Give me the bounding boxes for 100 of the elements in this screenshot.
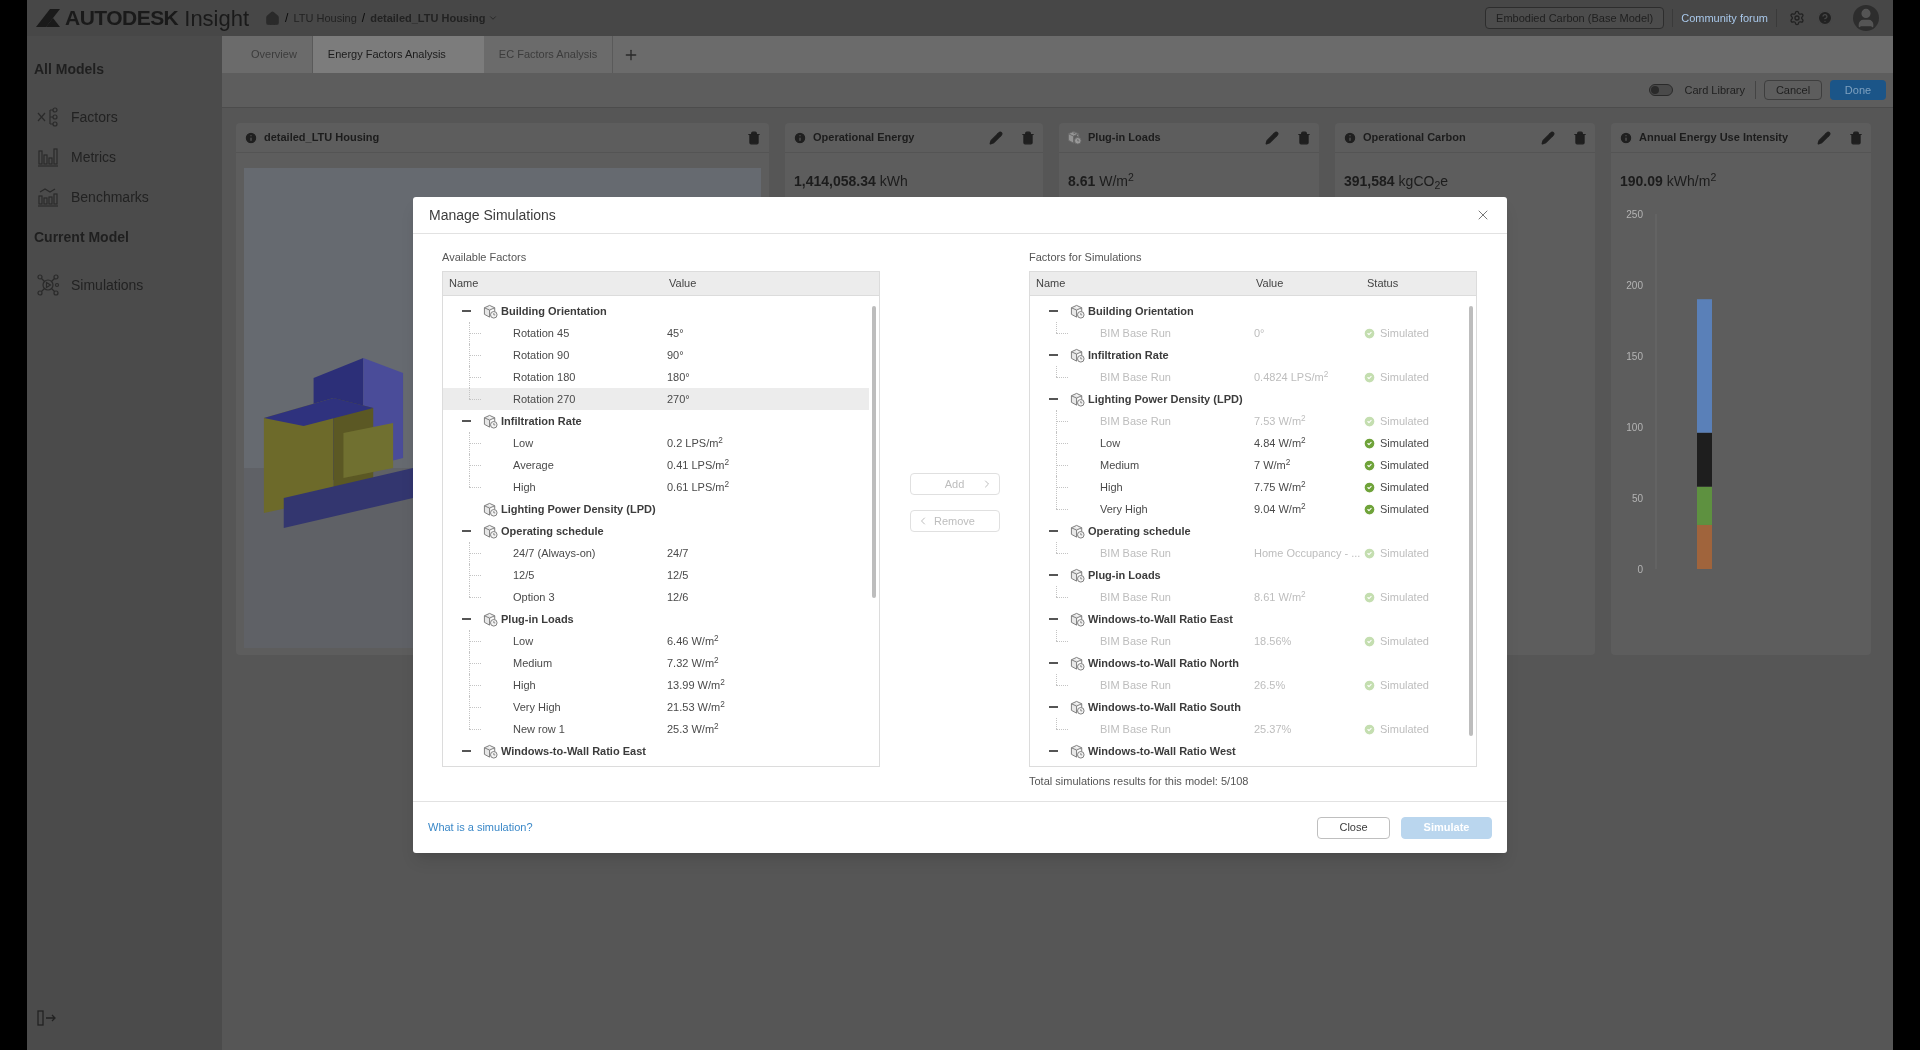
avatar[interactable] xyxy=(1853,5,1879,31)
factor-name: BIM Base Run xyxy=(1100,721,1172,737)
factor-row[interactable]: High 0.61 LPS/m$^{2}$ xyxy=(443,476,869,498)
factor-row[interactable]: Very High 9.04 W/m$^{2}$ Simulated xyxy=(1030,498,1466,520)
group-name: Operating schedule xyxy=(1088,523,1191,539)
panel-label: Factors for Simulations xyxy=(1029,250,1143,265)
cube-clock-icon xyxy=(1067,130,1082,145)
cube-clock-icon xyxy=(483,743,498,759)
cube-clock-icon xyxy=(1070,743,1085,759)
cube-clock-icon xyxy=(483,303,498,319)
factor-value: 9.04 W/m$^{2}$ xyxy=(1254,500,1307,517)
factor-row[interactable]: Rotation 90 90° xyxy=(443,344,869,366)
factor-row[interactable]: High 7.75 W/m$^{2}$ Simulated xyxy=(1030,476,1466,498)
caret-icon[interactable] xyxy=(488,13,499,23)
close-button[interactable]: Close xyxy=(1317,816,1390,839)
card-title: Operational Energy xyxy=(813,130,916,146)
check-icon xyxy=(1363,722,1376,736)
status-text: Simulated xyxy=(1380,545,1429,561)
factor-group-row[interactable]: Operating schedule xyxy=(443,520,869,542)
edit-icon[interactable] xyxy=(1541,130,1555,145)
factor-group-row[interactable]: Windows-to-Wall Ratio East xyxy=(1030,608,1466,630)
community-forum-link[interactable]: Community forum xyxy=(1681,9,1768,27)
factor-name: Rotation 90 xyxy=(513,347,571,363)
factor-row[interactable]: Very High 21.53 W/m$^{2}$ xyxy=(443,696,869,718)
info-icon[interactable] xyxy=(1619,130,1633,145)
factor-group-row[interactable]: Infiltration Rate xyxy=(443,410,869,432)
factor-name: Very High xyxy=(1100,501,1149,517)
factor-value: 7 W/m$^{2}$ xyxy=(1254,456,1292,473)
factor-group-row[interactable]: Windows-to-Wall Ratio North xyxy=(1030,652,1466,674)
delete-icon[interactable] xyxy=(1297,130,1311,145)
factor-group-row[interactable]: Building Orientation xyxy=(443,300,869,322)
card-title: Annual Energy Use Intensity xyxy=(1639,130,1790,146)
factor-value: 25.37% xyxy=(1254,721,1293,737)
factor-group-row[interactable]: Windows-to-Wall Ratio South xyxy=(1030,696,1466,718)
total-results-text: Total simulations results for this model: 5/108 xyxy=(1029,774,1250,789)
factor-group-row[interactable]: Lighting Power Density (LPD) xyxy=(1030,388,1466,410)
home-icon[interactable] xyxy=(265,10,281,26)
factor-row[interactable]: Medium 7 W/m$^{2}$ Simulated xyxy=(1030,454,1466,476)
variable-tree-icon xyxy=(36,105,60,129)
factor-value: 21.53 W/m$^{2}$ xyxy=(667,698,725,715)
factor-row[interactable]: High 13.99 W/m$^{2}$ xyxy=(443,674,869,696)
metric-value: 391,584 xyxy=(1344,172,1395,191)
tab[interactable]: Energy Factors Analysis xyxy=(312,36,484,73)
collapse-sidebar-icon[interactable] xyxy=(37,1010,57,1026)
factor-name: Very High xyxy=(513,699,562,715)
factor-value: 25.3 W/m$^{2}$ xyxy=(667,720,719,737)
factor-name: Rotation 270 xyxy=(513,391,577,407)
factor-row[interactable]: Medium 7.32 W/m$^{2}$ xyxy=(443,652,869,674)
factor-row[interactable]: Rotation 270 270° xyxy=(443,388,869,410)
help-icon[interactable] xyxy=(1817,10,1833,26)
factor-group-row[interactable]: Lighting Power Density (LPD) xyxy=(443,498,869,520)
info-icon[interactable] xyxy=(244,130,258,145)
edit-icon[interactable] xyxy=(1817,130,1831,145)
factor-row[interactable]: New row 1 25.3 W/m$^{2}$ xyxy=(443,718,869,740)
check-icon xyxy=(1363,634,1376,648)
toggle-label: Card Library xyxy=(1684,82,1745,98)
factor-group-row[interactable]: Windows-to-Wall Ratio East xyxy=(443,740,869,762)
card-title: Operational Carbon xyxy=(1363,130,1467,146)
group-name: Windows-to-Wall Ratio East xyxy=(501,743,646,759)
check-icon xyxy=(1363,590,1376,604)
logo-mark-icon xyxy=(36,9,60,27)
factor-value: 0.41 LPS/m$^{2}$ xyxy=(667,456,730,473)
factor-name: BIM Base Run xyxy=(1100,677,1172,693)
cube-clock-icon xyxy=(1070,523,1085,539)
cube-clock-icon xyxy=(1070,699,1085,715)
factor-group-row[interactable]: Operating schedule xyxy=(1030,520,1466,542)
factor-group-row[interactable]: Building Orientation xyxy=(1030,300,1466,322)
factor-row[interactable]: 12/5 12/5 xyxy=(443,564,869,586)
cube-clock-icon xyxy=(483,501,498,517)
card-library-toggle[interactable] xyxy=(1649,84,1674,96)
edit-icon[interactable] xyxy=(989,130,1003,145)
factor-row[interactable]: Low 4.84 W/m$^{2}$ Simulated xyxy=(1030,432,1466,454)
factor-group-row[interactable]: Plug-in Loads xyxy=(1030,564,1466,586)
delete-icon[interactable] xyxy=(1849,130,1863,145)
info-icon[interactable] xyxy=(1343,130,1357,145)
settings-icon[interactable] xyxy=(1789,10,1805,26)
check-icon xyxy=(1363,326,1376,340)
help-link[interactable]: What is a simulation? xyxy=(428,819,1306,836)
check-icon xyxy=(1363,678,1376,692)
info-icon[interactable] xyxy=(793,130,807,145)
delete-icon[interactable] xyxy=(1573,130,1587,145)
status-text: Simulated xyxy=(1380,457,1429,473)
column-header: Value xyxy=(1255,276,1285,292)
factor-row[interactable]: Average 0.41 LPS/m$^{2}$ xyxy=(443,454,869,476)
factor-row[interactable]: Low 0.2 LPS/m$^{2}$ xyxy=(443,432,869,454)
check-icon xyxy=(1363,502,1376,516)
status-text: Simulated xyxy=(1380,435,1429,451)
factor-row[interactable]: 24/7 (Always-on) 24/7 xyxy=(443,542,869,564)
factor-group-row[interactable]: Plug-in Loads xyxy=(443,608,869,630)
edit-icon[interactable] xyxy=(1265,130,1279,145)
factor-group-row[interactable]: Infiltration Rate xyxy=(1030,344,1466,366)
group-name: Infiltration Rate xyxy=(1088,347,1169,363)
factor-group-row[interactable]: Windows-to-Wall Ratio West xyxy=(1030,740,1466,762)
factor-row[interactable]: Option 3 12/6 xyxy=(443,586,869,608)
factor-row[interactable]: Low 6.46 W/m$^{2}$ xyxy=(443,630,869,652)
delete-icon[interactable] xyxy=(747,130,761,145)
factor-name: Low xyxy=(513,435,535,451)
factor-name: BIM Base Run xyxy=(1100,633,1172,649)
delete-icon[interactable] xyxy=(1021,130,1035,145)
factor-row[interactable]: Rotation 45 45° xyxy=(443,322,869,344)
